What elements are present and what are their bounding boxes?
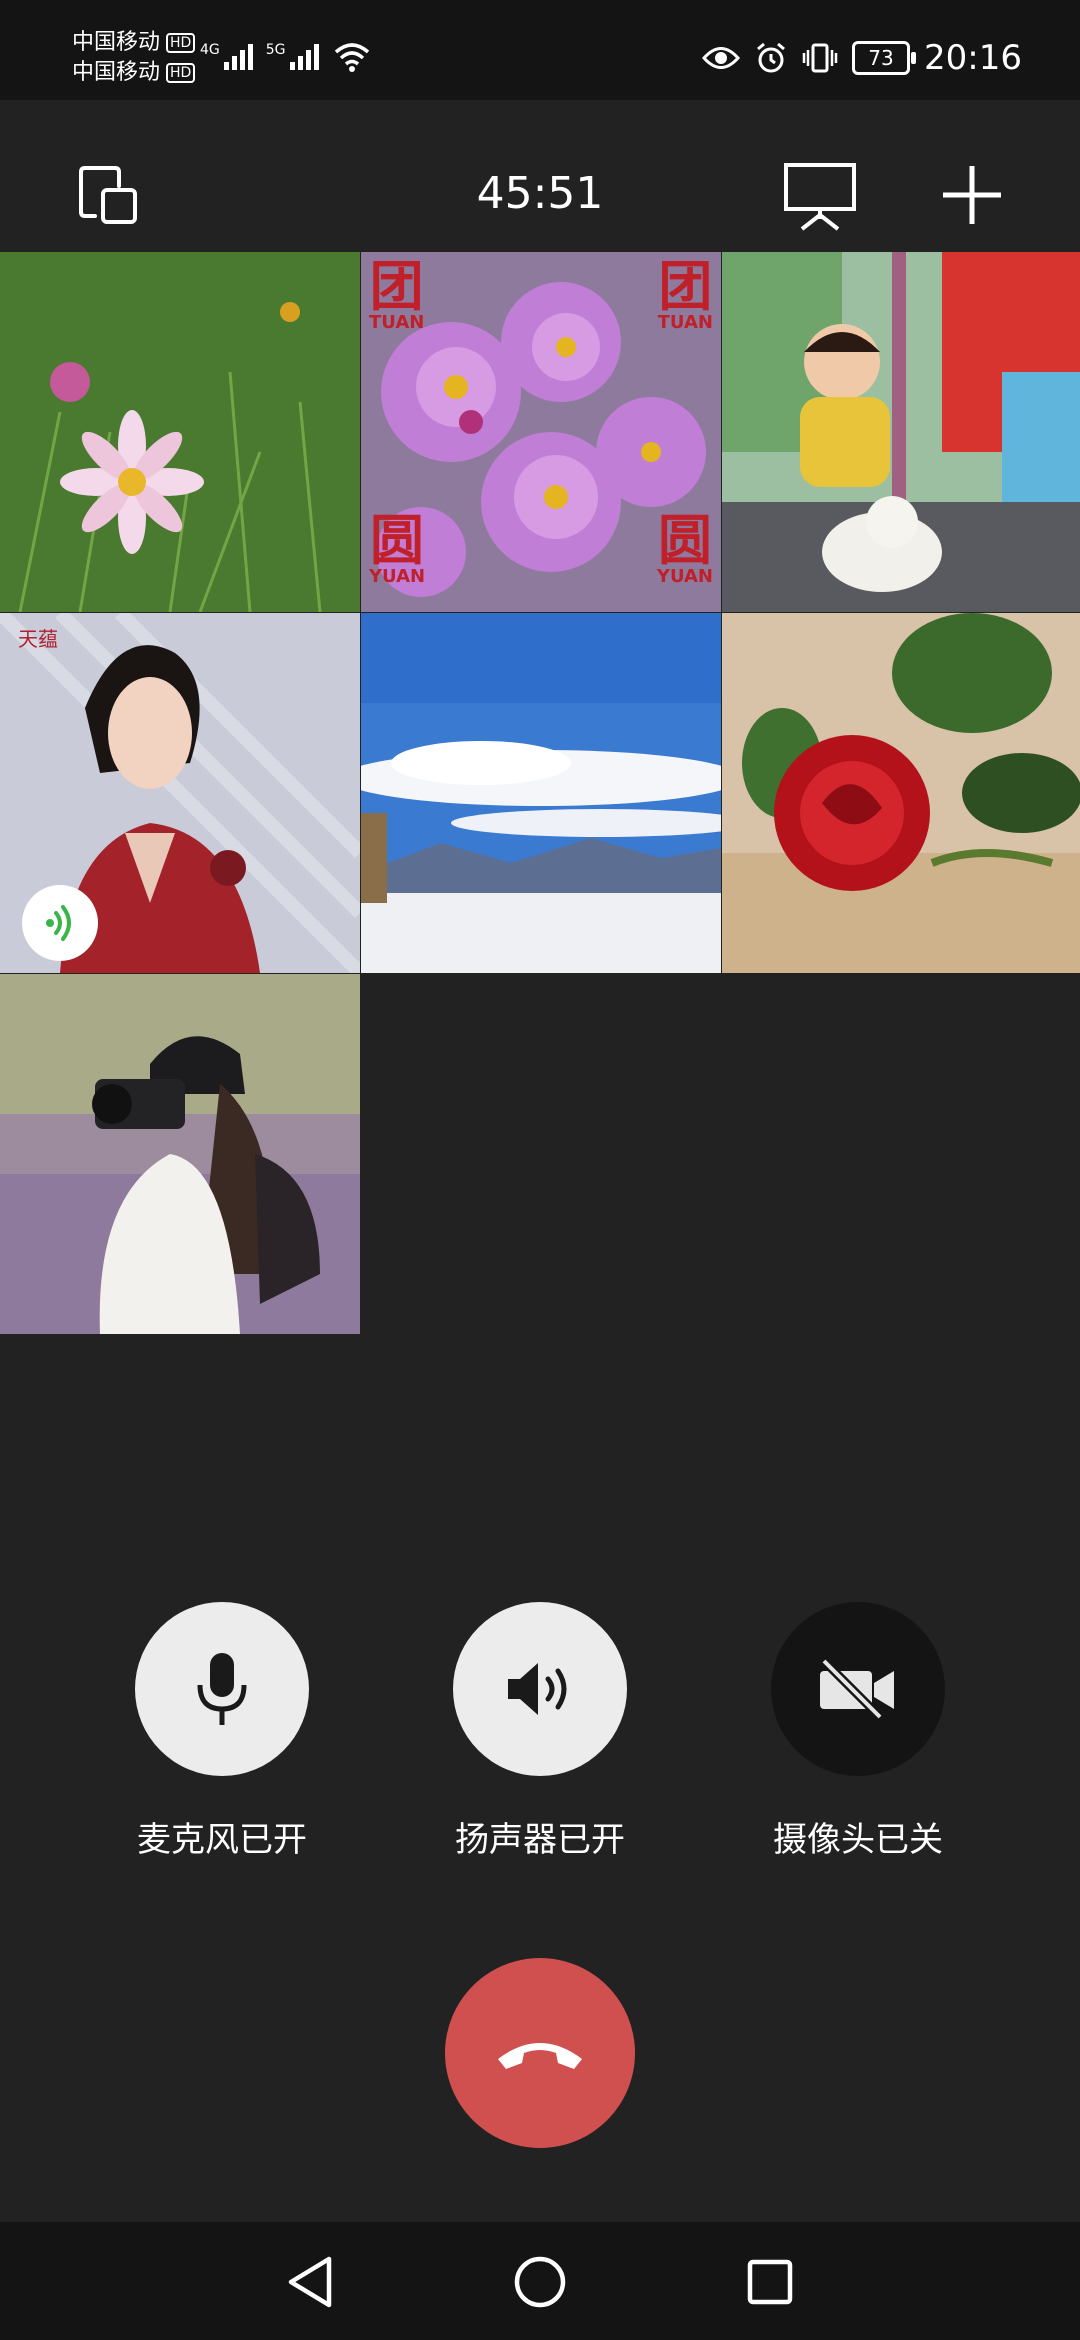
- mic-toggle-button[interactable]: [135, 1602, 309, 1776]
- recents-button[interactable]: [740, 2252, 800, 2312]
- screen-share-button[interactable]: [776, 155, 864, 235]
- watermark-sub: YUAN: [656, 566, 713, 587]
- watermark-char: 圆: [370, 509, 425, 572]
- avatar-landscape-photo: [361, 613, 721, 973]
- watermark-char: 团: [369, 255, 424, 318]
- speaker-icon: [508, 1663, 567, 1715]
- watermark-char: 团: [658, 255, 713, 318]
- call-top-bar: 45:51: [0, 100, 1080, 252]
- avatar-rose-photo: [722, 613, 1080, 973]
- camera-off-icon: [820, 1657, 894, 1721]
- avatar-photographer-photo: [0, 974, 360, 1334]
- participant-tile[interactable]: [722, 252, 1080, 612]
- participant-tile[interactable]: [0, 252, 360, 612]
- hd-badge: HD: [166, 33, 196, 53]
- system-nav-bar: [0, 2222, 1080, 2340]
- watermark-yuan-left: 圆 YUAN: [369, 514, 425, 586]
- watermark-sub: YUAN: [369, 566, 426, 587]
- watermark-tuan-left: 团 TUAN: [369, 260, 424, 332]
- speaking-indicator: [22, 885, 98, 961]
- back-icon: [288, 2256, 332, 2308]
- network-type-1: 4G: [200, 42, 220, 58]
- back-button[interactable]: [280, 2252, 340, 2312]
- wifi-icon: [334, 43, 369, 72]
- camera-control: 摄像头已关: [770, 1602, 946, 1861]
- participant-tile[interactable]: 天蕴: [0, 613, 360, 973]
- signal-5g-icon: 5G: [266, 42, 322, 72]
- call-timer: 45:51: [476, 168, 604, 219]
- speaking-indicator-icon: [46, 905, 71, 941]
- carrier-2: 中国移动: [72, 60, 161, 85]
- network-icons: 4G 5G: [200, 40, 372, 72]
- microphone-icon: [197, 1653, 247, 1725]
- tile-badge-text: 天蕴: [18, 627, 58, 651]
- status-bar: 中国移动 HD 中国移动 HD 4G 5G 73 20:16: [0, 0, 1080, 100]
- watermark-char: 圆: [657, 509, 712, 572]
- watermark-sub: TUAN: [369, 312, 425, 333]
- participant-tile[interactable]: 团 TUAN 团 TUAN 圆 YUAN 圆 YUAN: [361, 252, 721, 612]
- alarm-icon: [757, 42, 785, 73]
- eye-icon: [702, 47, 741, 69]
- speaker-label: 扬声器已开: [455, 1820, 625, 1860]
- watermark-tuan-right: 团 TUAN: [658, 260, 713, 332]
- add-participant-button[interactable]: [932, 155, 1012, 235]
- participant-tile[interactable]: [0, 974, 360, 1334]
- vibrate-icon: [802, 43, 838, 73]
- participant-tile[interactable]: [722, 613, 1080, 973]
- status-right: 73 20:16: [702, 38, 1022, 78]
- participant-tile[interactable]: [361, 613, 721, 973]
- home-icon: [514, 2256, 566, 2308]
- speaker-control: 扬声器已开: [452, 1602, 628, 1861]
- camera-toggle-button[interactable]: [771, 1602, 945, 1776]
- screen-share-icon: [784, 163, 856, 231]
- clock: 20:16: [924, 38, 1022, 78]
- hd-badge: HD: [166, 63, 196, 83]
- mic-control: 麦克风已开: [134, 1602, 310, 1861]
- carrier-1: 中国移动: [72, 30, 161, 55]
- watermark-yuan-right: 圆 YUAN: [657, 514, 713, 586]
- watermark-sub: TUAN: [657, 312, 713, 333]
- signal-4g-icon: 4G: [200, 42, 256, 72]
- avatar-child-photo: [722, 252, 1080, 612]
- network-type-2: 5G: [265, 42, 286, 58]
- home-button[interactable]: [510, 2252, 570, 2312]
- battery-icon: 73: [852, 41, 917, 75]
- hangup-button[interactable]: [445, 1958, 635, 2148]
- avatar-flower-photo: [0, 252, 360, 612]
- hangup-icon: [498, 2043, 582, 2069]
- add-icon: [943, 166, 1001, 224]
- carrier-info: 中国移动 HD 中国移动 HD: [72, 28, 196, 88]
- mic-label: 麦克风已开: [137, 1820, 307, 1860]
- speaker-toggle-button[interactable]: [453, 1602, 627, 1776]
- recents-icon: [747, 2259, 793, 2305]
- camera-label: 摄像头已关: [773, 1820, 943, 1860]
